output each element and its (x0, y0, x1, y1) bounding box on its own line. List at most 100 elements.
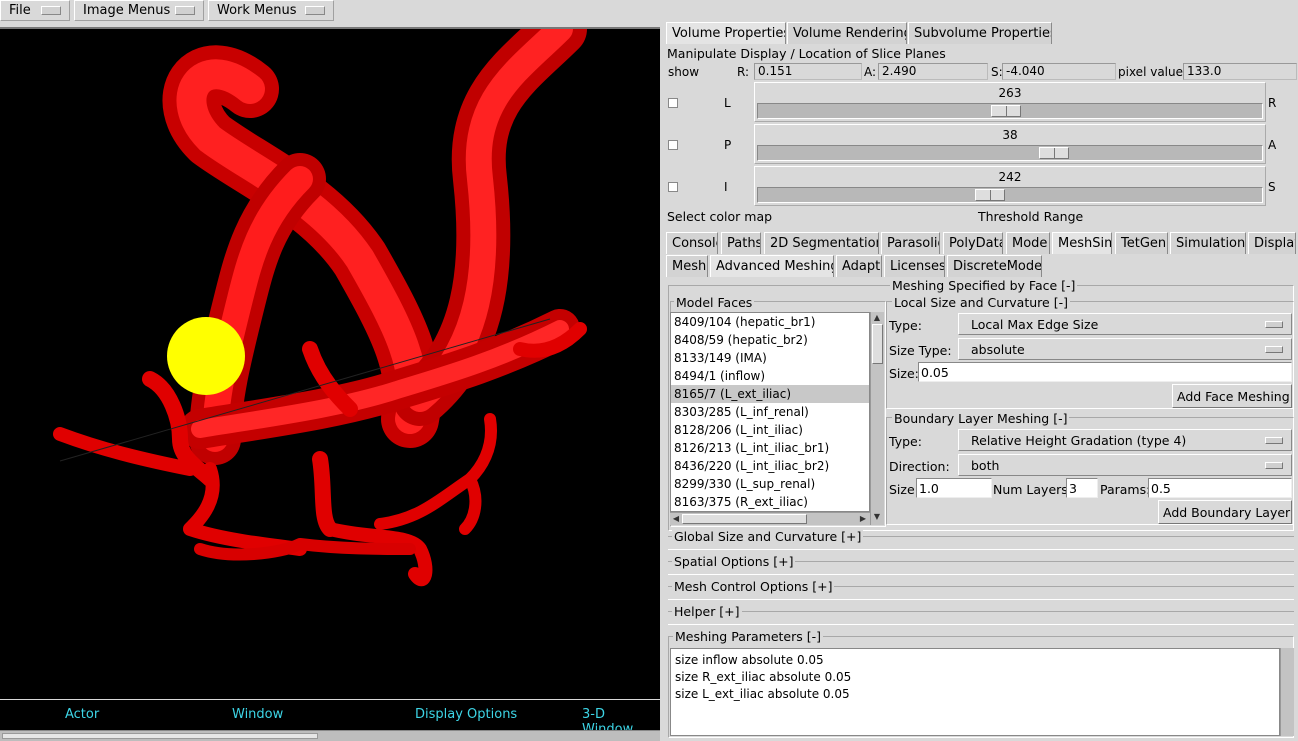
slider-is-knob[interactable] (975, 189, 1005, 201)
slider-lr-trough[interactable] (757, 103, 1263, 119)
subtab-mesh[interactable]: Mesh (666, 255, 708, 277)
slider-lr-knob[interactable] (991, 105, 1021, 117)
viewport-scroll-thumb[interactable] (2, 733, 318, 739)
subtab-licenses[interactable]: Licenses (884, 255, 945, 277)
tab-simulations[interactable]: Simulations (1170, 232, 1246, 254)
subtab-discretemodel[interactable]: DiscreteModel (947, 255, 1042, 277)
add-boundary-layer-button[interactable]: Add Boundary Layer (1158, 500, 1292, 524)
slider-pa-right-label: A (1268, 138, 1277, 152)
params-input[interactable]: 0.5 (1148, 478, 1292, 498)
viewport-horizontal-scrollbar[interactable] (0, 730, 660, 741)
show-pa-checkbox[interactable] (668, 140, 678, 150)
local-type-label: Type: (889, 318, 922, 333)
face-list-item[interactable]: 8299/330 (L_sup_renal) (671, 475, 869, 493)
boundary-size-input[interactable]: 1.0 (916, 478, 992, 498)
window-menu[interactable]: Window (232, 707, 283, 722)
slider-pa-knob[interactable] (1039, 147, 1069, 159)
face-list-item[interactable]: 8494/1 (inflow) (671, 367, 869, 385)
slider-is-frame: 242 (754, 166, 1266, 206)
global-size-section[interactable]: Global Size and Curvature [+] (668, 529, 1294, 550)
scroll-down-arrow-icon[interactable]: ▼ (872, 512, 882, 522)
face-list-item[interactable]: 8436/220 (L_int_iliac_br2) (671, 457, 869, 475)
pixel-value-field: 133.0 (1183, 63, 1297, 80)
faces-hscroll-thumb[interactable] (682, 514, 807, 524)
add-face-meshing-button[interactable]: Add Face Meshing (1172, 384, 1292, 408)
scroll-up-arrow-icon[interactable]: ▲ (872, 313, 882, 323)
color-map-label[interactable]: Select color map (667, 209, 772, 224)
display-options-menu[interactable]: Display Options (415, 707, 517, 722)
local-size-input[interactable]: 0.05 (918, 362, 1292, 382)
parameters-vertical-scrollbar[interactable] (1280, 648, 1294, 736)
tab-tetgen[interactable]: TetGen (1115, 232, 1168, 254)
tab-volume-properties[interactable]: Volume Properties (666, 22, 786, 44)
slider-is-value: 242 (998, 170, 1022, 184)
global-size-section-label[interactable]: Global Size and Curvature [+] (672, 529, 864, 544)
face-list-item[interactable]: 8303/285 (L_inf_renal) (671, 403, 869, 421)
params-label: Params: (1100, 482, 1151, 497)
subtab-adapt[interactable]: Adapt (836, 255, 882, 277)
mesh-control-options-section-label[interactable]: Mesh Control Options [+] (672, 579, 835, 594)
boundary-type-value: Relative Height Gradation (type 4) (971, 433, 1187, 448)
face-list-item[interactable]: 8409/104 (hepatic_br1) (671, 313, 869, 331)
show-label: show (668, 65, 700, 79)
boundary-layer-title[interactable]: Boundary Layer Meshing [-] (892, 411, 1070, 426)
face-list-item[interactable]: 8128/206 (L_int_iliac) (671, 421, 869, 439)
meshing-parameters-title[interactable]: Meshing Parameters [-] (673, 629, 823, 644)
tab-paths[interactable]: Paths (721, 232, 761, 254)
local-size-type-dropdown[interactable]: absolute (958, 338, 1292, 360)
local-size-type-value: absolute (971, 342, 1025, 357)
show-lr-checkbox[interactable] (668, 98, 678, 108)
work-menus-label: Work Menus (217, 3, 297, 18)
scroll-right-arrow-icon[interactable]: ▶ (858, 514, 868, 524)
spatial-options-section-label[interactable]: Spatial Options [+] (672, 554, 796, 569)
face-list-item[interactable]: 8126/213 (L_int_iliac_br1) (671, 439, 869, 457)
pixel-value-label: pixel value: (1118, 65, 1188, 79)
face-list-item[interactable]: 8408/59 (hepatic_br2) (671, 331, 869, 349)
slice-line (59, 318, 551, 462)
face-list-item[interactable]: 8163/375 (R_ext_iliac) (671, 493, 869, 511)
mesh-control-options-section[interactable]: Mesh Control Options [+] (668, 579, 1294, 600)
boundary-type-dropdown[interactable]: Relative Height Gradation (type 4) (958, 429, 1292, 451)
slice-planes-title: Manipulate Display / Location of Slice P… (667, 46, 946, 61)
work-menus-menu[interactable]: Work Menus (208, 0, 334, 21)
slider-is-trough[interactable] (757, 187, 1263, 203)
tab-volume-rendering[interactable]: Volume Rendering (787, 22, 907, 44)
slider-lr-right-label: R (1268, 96, 1277, 110)
face-list-item[interactable]: 8133/149 (IMA) (671, 349, 869, 367)
tab-display[interactable]: Display (1248, 232, 1296, 254)
num-layers-input[interactable]: 3 (1066, 478, 1098, 498)
local-size-title[interactable]: Local Size and Curvature [-] (892, 295, 1070, 310)
tab-parasolid[interactable]: Parasolid (881, 232, 940, 254)
actor-menu[interactable]: Actor (65, 707, 99, 722)
local-type-dropdown[interactable]: Local Max Edge Size (958, 313, 1292, 335)
show-is-checkbox[interactable] (668, 182, 678, 192)
tab-meshsim[interactable]: MeshSim (1052, 232, 1112, 254)
slider-row-is: I 242 S (664, 166, 1298, 206)
file-menu[interactable]: File (0, 0, 70, 21)
helper-section[interactable]: Helper [+] (668, 604, 1294, 625)
tab-polydata[interactable]: PolyData (943, 232, 1003, 254)
slider-pa-trough[interactable] (757, 145, 1263, 161)
face-list-item[interactable]: 8165/7 (L_ext_iliac) (671, 385, 869, 403)
meshing-parameters-text[interactable]: size inflow absolute 0.05 size R_ext_ili… (670, 648, 1280, 736)
faces-vscroll-thumb[interactable] (872, 324, 883, 364)
spatial-options-section[interactable]: Spatial Options [+] (668, 554, 1294, 575)
direction-dropdown[interactable]: both (958, 454, 1292, 476)
tab-console[interactable]: Console (666, 232, 718, 254)
subtab-advanced-meshing[interactable]: Advanced Meshing (710, 255, 834, 277)
tab-mode[interactable]: Mode (1006, 232, 1050, 254)
faces-vertical-scrollbar[interactable]: ▲ ▼ (870, 312, 884, 525)
helper-section-label[interactable]: Helper [+] (672, 604, 742, 619)
scroll-left-arrow-icon[interactable]: ◀ (671, 514, 681, 524)
image-menus-menu[interactable]: Image Menus (74, 0, 204, 21)
local-size-label: Size: (889, 366, 919, 381)
tab-subvolume-properties[interactable]: Subvolume Properties (908, 22, 1052, 44)
threshold-range-label[interactable]: Threshold Range (978, 209, 1083, 224)
meshing-by-face-title[interactable]: Meshing Specified by Face [-] (890, 278, 1078, 293)
3d-render-view[interactable] (0, 27, 660, 699)
faces-horizontal-scrollbar[interactable]: ◀ ▶ (670, 512, 870, 525)
tab-2d-segmentation[interactable]: 2D Segmentation (764, 232, 879, 254)
boundary-type-dropdown-icon (1265, 437, 1283, 444)
model-faces-list[interactable]: 8409/104 (hepatic_br1) 8408/59 (hepatic_b… (670, 312, 870, 512)
vessel-render[interactable] (0, 29, 660, 699)
